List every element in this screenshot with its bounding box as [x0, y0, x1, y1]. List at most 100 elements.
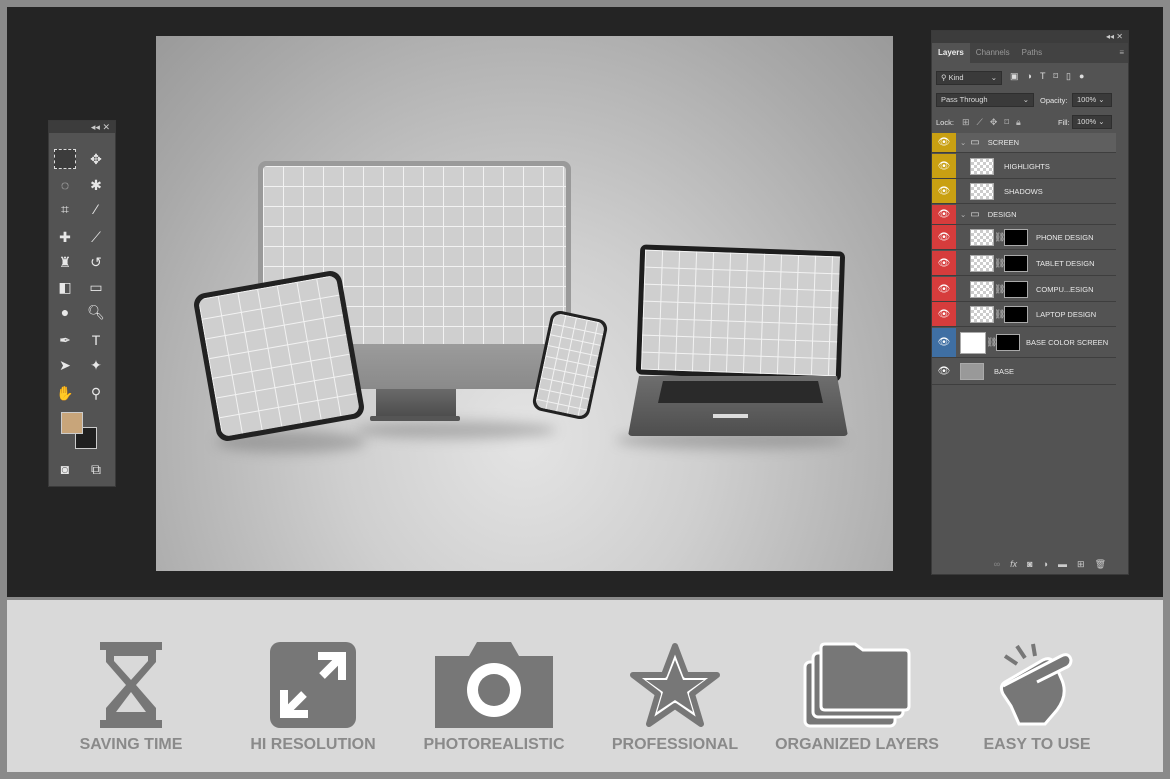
layer-name: LAPTOP DESIGN — [1036, 309, 1097, 319]
layer-mask-thumbnail — [1004, 280, 1028, 298]
fx-icon[interactable]: fx — [1010, 559, 1017, 570]
gradient-tool-icon[interactable]: ▭ — [85, 277, 107, 297]
folder-icon: ▭ — [970, 137, 980, 148]
layer-thumbnail — [970, 254, 994, 272]
layer-name: TABLET DESIGN — [1036, 258, 1095, 268]
collapse-button[interactable]: ◂◂ — [91, 122, 100, 132]
brush-tool-icon[interactable]: ⟋ — [85, 227, 107, 247]
zoom-tool-icon[interactable]: ⚲ — [85, 383, 107, 403]
link-chain-icon[interactable]: ⛓ — [994, 309, 1005, 320]
panel-menu-icon[interactable]: ≡ — [1119, 43, 1128, 63]
path-selection-icon[interactable]: ➤ — [54, 355, 76, 375]
visibility-eye-icon[interactable]: 👁︎ — [932, 133, 956, 152]
link-chain-icon[interactable]: ⛓ — [986, 337, 997, 348]
foreground-color-swatch[interactable] — [61, 412, 83, 434]
filter-kind-dropdown[interactable]: ⚲ Kind ⌄ — [936, 71, 1002, 85]
magic-wand-icon[interactable]: ✱ — [85, 175, 107, 195]
chevron-down-icon[interactable]: ⌄ — [960, 138, 966, 147]
feature-organized-layers: ORGANIZED LAYERS — [767, 640, 947, 754]
marquee-tool-icon[interactable] — [54, 149, 76, 169]
eyedropper-icon[interactable]: ⁄ — [85, 199, 107, 219]
screen-mode-icon[interactable]: ⧉ — [85, 459, 107, 479]
layer-name: PHONE DESIGN — [1036, 232, 1094, 242]
visibility-eye-icon[interactable]: 👁︎ — [932, 359, 956, 384]
eraser-tool-icon[interactable]: ◧ — [54, 277, 76, 297]
new-layer-icon[interactable]: ⊞ — [1077, 559, 1085, 570]
visibility-eye-icon[interactable]: 👁︎ — [932, 277, 956, 301]
visibility-eye-icon[interactable]: 👁︎ — [932, 225, 956, 249]
layer-thumbnail — [970, 157, 994, 175]
layers-footer: ∞ fx ◙ ◑ ▬ ⊞ 🗑︎ — [994, 559, 1106, 570]
layer-row[interactable]: 👁︎ ⛓ PHONE DESIGN — [932, 225, 1116, 250]
lock-icons[interactable]: ⊞⟋✥⌑🔒︎ — [962, 111, 1028, 133]
layer-row[interactable]: 👁︎ ⛓ LAPTOP DESIGN — [932, 302, 1116, 327]
fill-field[interactable]: 100% ⌄ — [1072, 115, 1112, 129]
blur-tool-icon[interactable]: ● — [54, 302, 76, 322]
link-chain-icon[interactable]: ⛓ — [994, 284, 1005, 295]
chevron-down-icon[interactable]: ⌄ — [960, 210, 966, 219]
hourglass-icon — [41, 640, 221, 730]
visibility-eye-icon[interactable]: 👁︎ — [932, 302, 956, 326]
history-brush-icon[interactable]: ↺ — [85, 252, 107, 272]
visibility-eye-icon[interactable]: 👁︎ — [932, 328, 956, 357]
new-group-icon[interactable]: ▬ — [1058, 559, 1067, 570]
layer-row[interactable]: 👁︎ ⌄ ▭ DESIGN — [932, 205, 1116, 225]
tab-channels[interactable]: Channels — [970, 43, 1016, 63]
link-chain-icon[interactable]: ⛓ — [994, 258, 1005, 269]
tools-panel: ◂◂ ✕ ✥ ◌ ✱ ⌗ ⁄ ✚ ⟋ ♜ ↺ ◧ ▭ ● 🔍︎ ✒ T ➤ ✦ … — [48, 120, 116, 487]
visibility-eye-icon[interactable]: 👁︎ — [932, 154, 956, 178]
delete-layer-icon[interactable]: 🗑︎ — [1095, 559, 1106, 570]
pen-tool-icon[interactable]: ✒ — [54, 330, 76, 350]
healing-brush-icon[interactable]: ✚ — [54, 227, 76, 247]
stamp-tool-icon[interactable]: ♜ — [54, 252, 76, 272]
laptop-mockup — [628, 244, 848, 438]
layer-name: BASE COLOR SCREEN — [1026, 338, 1109, 347]
fill-label: Fill: — [1058, 117, 1070, 127]
tab-layers[interactable]: Layers — [932, 43, 970, 63]
layer-thumbnail — [970, 305, 994, 323]
shape-tool-icon[interactable]: ✦ — [85, 355, 107, 375]
visibility-eye-icon[interactable]: 👁︎ — [932, 205, 956, 224]
layer-name: HIGHLIGHTS — [1004, 161, 1050, 171]
layer-mask-thumbnail — [1004, 305, 1028, 323]
lasso-tool-icon[interactable]: ◌ — [54, 175, 76, 195]
layer-thumbnail — [970, 228, 994, 246]
layer-row[interactable]: 👁︎ SHADOWS — [932, 179, 1116, 204]
dodge-tool-icon[interactable]: 🔍︎ — [85, 302, 107, 322]
layer-row[interactable]: 👁︎ HIGHLIGHTS — [932, 154, 1116, 179]
layer-thumbnail — [970, 182, 994, 200]
layer-row[interactable]: 👁︎ BASE — [932, 359, 1116, 385]
layer-row[interactable]: 👁︎ ⛓ BASE COLOR SCREEN — [932, 328, 1116, 358]
layer-row[interactable]: 👁︎ ⛓ COMPU...ESIGN — [932, 277, 1116, 302]
layer-row[interactable]: 👁︎ ⛓ TABLET DESIGN — [932, 251, 1116, 276]
feature-photorealistic: PHOTOREALISTIC — [404, 640, 584, 754]
move-tool-icon[interactable]: ✥ — [85, 149, 107, 169]
layer-row[interactable]: 👁︎ ⌄ ▭ SCREEN — [932, 133, 1116, 153]
opacity-field[interactable]: 100% ⌄ — [1072, 93, 1112, 107]
tab-paths[interactable]: Paths — [1016, 43, 1048, 63]
layer-name: DESIGN — [987, 210, 1017, 219]
layer-name: COMPU...ESIGN — [1036, 284, 1094, 294]
visibility-eye-icon[interactable]: 👁︎ — [932, 251, 956, 275]
visibility-eye-icon[interactable]: 👁︎ — [932, 179, 956, 203]
filter-type-icons[interactable]: ▣◑T⌑▯● — [1010, 71, 1092, 82]
pointing-hand-icon — [947, 640, 1127, 730]
layer-mask-thumbnail — [996, 334, 1020, 351]
tablet-mockup — [192, 269, 366, 443]
layer-mask-thumbnail — [1004, 228, 1028, 246]
link-chain-icon[interactable]: ⛓ — [994, 232, 1005, 243]
hand-tool-icon[interactable]: ✋ — [54, 383, 76, 403]
panel-header-controls[interactable]: ◂◂ ✕ — [932, 31, 1128, 43]
close-button[interactable]: ✕ — [102, 122, 110, 132]
feature-easy-to-use: EASY TO USE — [947, 640, 1127, 754]
quick-mask-icon[interactable]: ◙ — [54, 459, 76, 479]
crop-tool-icon[interactable]: ⌗ — [54, 199, 76, 219]
adjustment-layer-icon[interactable]: ◑ — [1043, 559, 1048, 570]
feature-professional: PROFESSIONAL — [585, 640, 765, 754]
layer-name: SCREEN — [987, 138, 1020, 147]
add-mask-icon[interactable]: ◙ — [1027, 559, 1032, 570]
type-tool-icon[interactable]: T — [85, 330, 107, 350]
link-icon[interactable]: ∞ — [994, 559, 1000, 570]
blend-mode-dropdown[interactable]: Pass Through ⌄ — [936, 93, 1034, 107]
document-canvas[interactable] — [156, 36, 893, 571]
